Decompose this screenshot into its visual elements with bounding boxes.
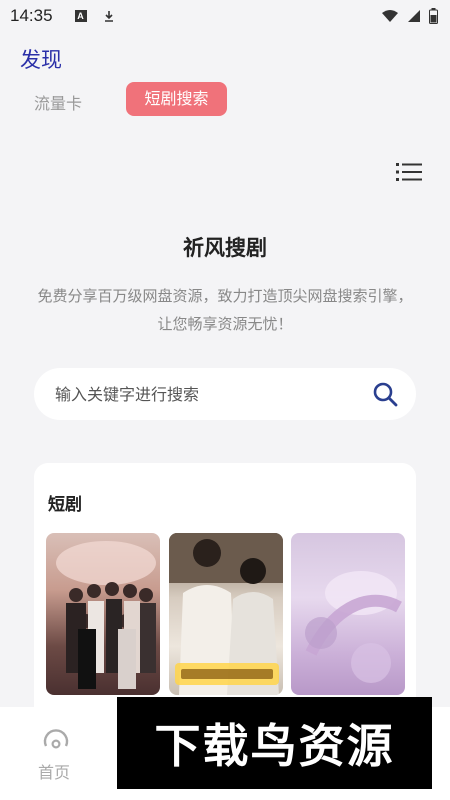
home-gauge-icon [43,729,69,749]
tab-duanju-search[interactable]: 短剧搜索 [126,82,227,116]
duanju-section-card: 短剧 [34,463,416,723]
a-badge-icon: A [74,10,87,22]
battery-icon [429,8,438,24]
poster-1[interactable] [46,533,160,695]
tab-liuliang-card[interactable]: 流量卡 [34,90,82,114]
poster-3-image [305,571,402,683]
hero-title: 祈风搜剧 [183,236,267,260]
section-title: 短剧 [48,495,82,515]
signal-icon [408,10,420,22]
page-title: 发现 [20,48,62,72]
nav-home-label[interactable]: 首页 [38,759,70,783]
watermark-text: 下载鸟资源 [154,719,395,773]
poster-3[interactable] [291,533,405,695]
poster-1-image [56,541,156,689]
search-icon[interactable] [372,381,398,407]
search-bar [34,368,416,420]
menu-list-icon[interactable] [396,160,422,184]
search-input[interactable] [55,384,372,404]
download-icon [104,11,113,22]
hero-description: 免费分享百万级网盘资源，致力打造顶尖网盘搜索引擎，让您畅享资源无忧！ [37,287,413,333]
wifi-icon [382,10,398,22]
poster-2-image [169,533,283,695]
status-time: 14:35 [10,6,53,25]
poster-2[interactable] [169,533,283,695]
status-bar: 14:35 A [0,0,450,32]
watermark-overlay: 下载鸟资源 [117,697,432,789]
